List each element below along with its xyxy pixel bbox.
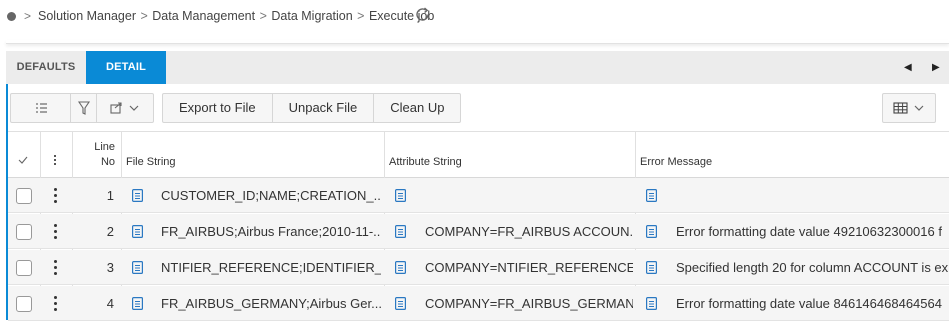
kebab-icon[interactable] (54, 224, 58, 240)
header-file-string[interactable]: File String (126, 156, 176, 168)
tab-strip: DEFAULTS DETAIL ◀ ▶ (6, 51, 949, 84)
chevron-down-icon (129, 105, 139, 111)
list-view-button[interactable] (11, 94, 71, 122)
cell-error-message (676, 178, 949, 213)
cell-file-string: CUSTOMER_ID;NAME;CREATION_... (161, 188, 381, 203)
header-error-message[interactable]: Error Message (640, 156, 712, 168)
filter-icon (77, 101, 91, 115)
breadcrumb: Solution Manager > Data Management > Dat… (38, 9, 434, 23)
refresh-icon[interactable] (414, 6, 432, 24)
breadcrumb-separator: > (140, 9, 148, 23)
list-icon (36, 103, 47, 113)
document-icon[interactable] (395, 297, 406, 310)
detail-panel: Export to File Unpack File Clean Up Line (6, 84, 949, 321)
breadcrumb-item[interactable]: Solution Manager (38, 9, 136, 23)
cell-line-no: 4 (106, 296, 114, 311)
document-icon[interactable] (395, 261, 406, 274)
table-row[interactable]: 1 CUSTOMER_ID;NAME;CREATION_... (8, 178, 949, 213)
filter-button[interactable] (71, 94, 97, 122)
breadcrumb-separator: > (259, 9, 267, 23)
checkmark-icon[interactable] (18, 156, 28, 164)
arrow-left-icon[interactable]: ◀ (904, 51, 912, 84)
document-icon[interactable] (132, 297, 143, 310)
table-layout-button[interactable] (882, 93, 936, 123)
cell-attribute-string: COMPANY=FR_AIRBUS_GERMAN... (425, 296, 633, 311)
tab-defaults[interactable]: DEFAULTS (6, 51, 86, 84)
table-row[interactable]: 4 FR_AIRBUS_GERMANY;Airbus Ger... COMPAN… (8, 286, 949, 321)
row-checkbox[interactable] (16, 296, 32, 312)
cell-file-string: FR_AIRBUS;Airbus France;2010-11-... (161, 224, 381, 239)
document-icon[interactable] (646, 189, 657, 202)
document-icon[interactable] (646, 225, 657, 238)
export-icon (110, 102, 139, 114)
header-attribute-string[interactable]: Attribute String (389, 156, 462, 168)
document-icon[interactable] (395, 189, 406, 202)
cell-attribute-string: COMPANY=FR_AIRBUS ACCOUN... (425, 224, 633, 239)
header-line-no-2: No (100, 156, 115, 168)
breadcrumb-separator: > (24, 9, 32, 23)
breadcrumb-bar: > Solution Manager > Data Management > D… (0, 0, 949, 34)
table-layout-icon (893, 102, 924, 114)
document-icon[interactable] (132, 225, 143, 238)
row-checkbox[interactable] (16, 260, 32, 276)
row-checkbox[interactable] (16, 224, 32, 240)
document-icon[interactable] (646, 297, 657, 310)
cell-attribute-string: COMPANY=NTIFIER_REFERENCE (425, 260, 633, 275)
breadcrumb-separator: > (357, 9, 365, 23)
table-header: Line No File String Attribute String Err… (8, 131, 949, 178)
cell-error-message: Error formatting date value 846146468464… (676, 296, 942, 311)
document-icon[interactable] (132, 189, 143, 202)
row-checkbox[interactable] (16, 188, 32, 204)
kebab-icon[interactable] (54, 155, 56, 165)
header-divider (6, 40, 949, 44)
cell-file-string: NTIFIER_REFERENCE;IDENTIFIER_R... (161, 260, 381, 275)
breadcrumb-item[interactable]: Data Management (152, 9, 255, 23)
breadcrumb-item[interactable]: Data Migration (271, 9, 352, 23)
arrow-right-icon[interactable]: ▶ (932, 51, 940, 84)
cell-error-message: Error formatting date value 492106323000… (676, 224, 942, 239)
cell-line-no: 2 (106, 224, 114, 239)
chevron-down-icon (914, 105, 924, 111)
tab-detail[interactable]: DETAIL (86, 51, 166, 84)
table-row[interactable]: 3 NTIFIER_REFERENCE;IDENTIFIER_R... COMP… (8, 250, 949, 285)
status-dot-icon (7, 12, 16, 21)
cell-error-message: Specified length 20 for column ACCOUNT i… (676, 260, 949, 275)
document-icon[interactable] (395, 225, 406, 238)
kebab-icon[interactable] (54, 188, 58, 204)
export-to-file-button[interactable]: Export to File (163, 94, 273, 122)
cell-file-string: FR_AIRBUS_GERMANY;Airbus Ger... (161, 296, 381, 311)
header-line-no-1: Line (94, 141, 115, 153)
action-button-group: Export to File Unpack File Clean Up (162, 93, 462, 123)
kebab-icon[interactable] (54, 260, 58, 276)
table-row[interactable]: 2 FR_AIRBUS;Airbus France;2010-11-... CO… (8, 214, 949, 249)
document-icon[interactable] (132, 261, 143, 274)
unpack-file-button[interactable]: Unpack File (273, 94, 375, 122)
cell-line-no: 1 (106, 188, 114, 203)
cell-attribute-string (425, 178, 633, 213)
cell-line-no: 3 (106, 260, 114, 275)
kebab-icon[interactable] (54, 296, 58, 312)
table-tools-group (10, 93, 154, 123)
document-icon[interactable] (646, 261, 657, 274)
clean-up-button[interactable]: Clean Up (374, 94, 460, 122)
export-menu-button[interactable] (97, 94, 153, 122)
